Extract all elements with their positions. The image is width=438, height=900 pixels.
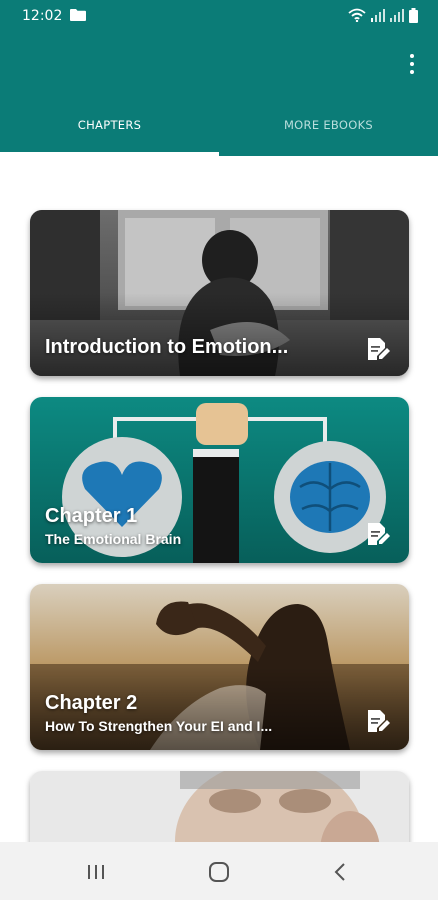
- edit-note-icon[interactable]: [365, 336, 391, 362]
- tab-indicator: [0, 152, 219, 156]
- app-bar: CHAPTERS MORE EBOOKS: [0, 30, 438, 156]
- recents-icon[interactable]: [84, 860, 108, 884]
- back-icon[interactable]: [329, 860, 353, 884]
- card-title: Chapter 2: [45, 692, 138, 714]
- status-icons: [348, 6, 418, 24]
- chapter-card-2[interactable]: Chapter 2 How To Strengthen Your EI and …: [30, 584, 409, 750]
- signal-icon: [371, 9, 385, 22]
- tab-chapters[interactable]: CHAPTERS: [0, 118, 219, 156]
- status-time: 12:02: [22, 8, 63, 24]
- tab-label: CHAPTERS: [77, 118, 142, 132]
- card-subtitle: The Emotional Brain: [45, 531, 182, 547]
- card-subtitle: How To Strengthen Your EI and I...: [45, 718, 273, 734]
- wifi-icon: [348, 8, 366, 22]
- folder-icon: [70, 9, 86, 21]
- battery-icon: [409, 7, 418, 23]
- card-title: Introduction to Emotion...: [45, 336, 289, 358]
- tab-label: MORE EBOOKS: [283, 118, 374, 132]
- chapter-card-1[interactable]: Chapter 1 The Emotional Brain: [30, 397, 409, 563]
- card-title: Chapter 1: [45, 505, 138, 527]
- status-bar: 12:02: [0, 0, 438, 30]
- edit-note-icon[interactable]: [365, 708, 391, 734]
- chapter-card-introduction[interactable]: Introduction to Emotion...: [30, 210, 409, 376]
- home-icon[interactable]: [207, 860, 231, 884]
- system-navigation-bar: [0, 842, 438, 900]
- edit-note-icon[interactable]: [365, 521, 391, 547]
- more-options-button[interactable]: [402, 50, 422, 78]
- more-vert-icon: [410, 54, 414, 58]
- signal-icon: [390, 9, 404, 22]
- tab-more-ebooks[interactable]: MORE EBOOKS: [219, 118, 438, 156]
